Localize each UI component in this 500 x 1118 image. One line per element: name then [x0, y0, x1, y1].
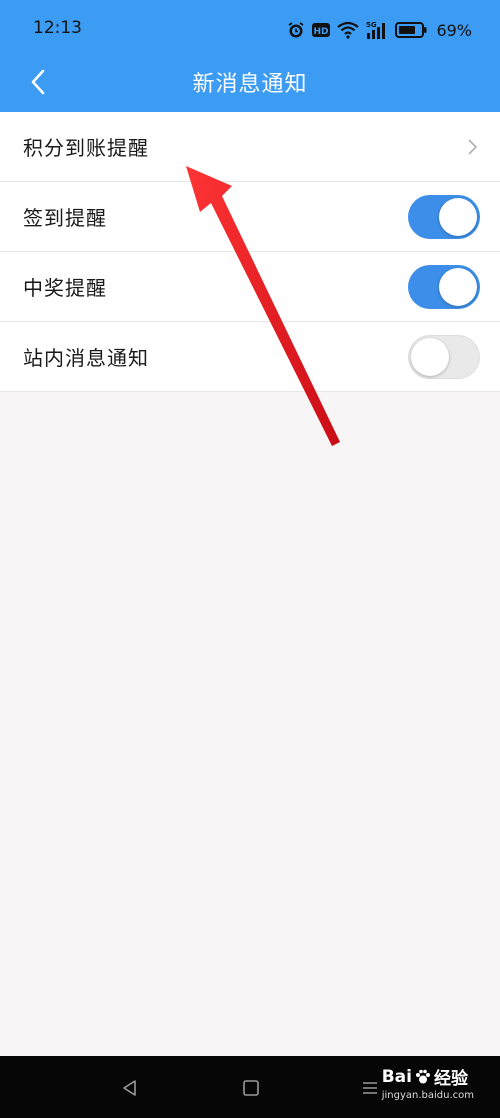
setting-row-checkin-reminder: 签到提醒: [0, 182, 500, 252]
status-bar: 12:13 HD 5G 69%: [0, 0, 500, 60]
baidu-jingyan-watermark: Bai 经验 jingyan.baidu.com: [381, 1064, 474, 1102]
system-home-button[interactable]: [237, 1074, 265, 1102]
square-home-icon: [243, 1080, 259, 1096]
app-header: 12:13 HD 5G 69% 新消息通知: [0, 0, 500, 112]
menu-lines-icon: [363, 1082, 377, 1094]
paw-icon: [415, 1069, 430, 1083]
setting-row-site-messages: 站内消息通知: [0, 322, 500, 392]
system-back-button[interactable]: [116, 1074, 144, 1102]
page-title: 新消息通知: [192, 72, 308, 97]
system-nav-bar: Bai 经验 jingyan.baidu.com: [0, 1056, 500, 1118]
status-time: 12:13: [33, 18, 82, 38]
nav-bar: 新消息通知: [0, 56, 500, 108]
setting-row-prize-reminder: 中奖提醒: [0, 252, 500, 322]
settings-list: 积分到账提醒 签到提醒 中奖提醒 站内消息通知: [0, 112, 500, 392]
svg-text:HD: HD: [314, 27, 329, 37]
prize-reminder-toggle[interactable]: [408, 265, 480, 309]
setting-label: 中奖提醒: [23, 276, 107, 300]
setting-label: 签到提醒: [23, 206, 107, 230]
system-menu-button[interactable]: [356, 1074, 384, 1102]
triangle-back-icon: [123, 1080, 136, 1096]
checkin-reminder-toggle[interactable]: [408, 195, 480, 239]
watermark-brand-b: 经验: [433, 1069, 468, 1089]
site-messages-toggle[interactable]: [408, 335, 480, 379]
watermark-url: jingyan.baidu.com: [381, 1090, 474, 1101]
cellular-signal-icon: 5G: [366, 20, 388, 40]
alarm-icon: [287, 21, 305, 39]
status-icons: HD 5G 69%: [287, 16, 472, 44]
hd-icon: HD: [312, 22, 331, 38]
toggle-knob: [411, 338, 449, 376]
chevron-right-icon: [468, 139, 478, 155]
toggle-knob: [439, 268, 477, 306]
toggle-knob: [439, 198, 477, 236]
setting-label: 站内消息通知: [23, 346, 149, 370]
battery-icon: [395, 22, 427, 38]
watermark-brand-a: Bai: [381, 1066, 412, 1087]
wifi-icon: [337, 21, 360, 39]
battery-percent: 69%: [436, 20, 472, 40]
setting-label: 积分到账提醒: [23, 136, 149, 160]
setting-row-points-arrival[interactable]: 积分到账提醒: [0, 112, 500, 182]
network-type: 5G: [366, 21, 377, 29]
